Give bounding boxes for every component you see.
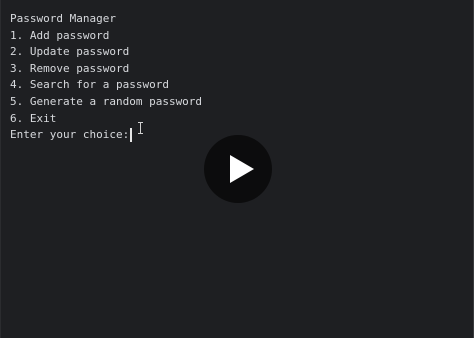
menu-option-search: 4. Search for a password: [10, 78, 169, 92]
choice-prompt: Enter your choice:: [10, 128, 130, 142]
menu-option-remove: 3. Remove password: [10, 61, 130, 75]
terminal-output-panel[interactable]: Password Manager 1. Add password 2. Upda…: [0, 0, 474, 338]
input-prompt-line[interactable]: Enter your choice:: [10, 127, 202, 144]
text-caret: [130, 128, 132, 143]
menu-option-update: 2. Update password: [10, 45, 130, 59]
play-icon: [230, 155, 254, 183]
menu-option-exit: 6. Exit: [10, 111, 57, 125]
program-title: Password Manager: [10, 12, 116, 25]
menu-option-generate: 5. Generate a random password: [10, 94, 203, 108]
ibeam-cursor-icon: [137, 122, 144, 134]
menu-option-add: 1. Add password: [10, 28, 110, 42]
play-button[interactable]: [204, 135, 272, 203]
console-output: Password Manager 1. Add password 2. Upda…: [10, 11, 202, 144]
